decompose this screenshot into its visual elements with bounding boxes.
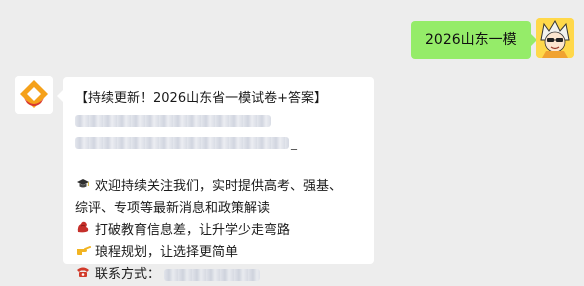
break-info-text: 打破教育信息差，让升学少走弯路 <box>95 223 291 238</box>
brand-logo-icon[interactable] <box>15 76 53 114</box>
break-info-line: 打破教育信息差，让升学少走弯路 <box>75 220 362 242</box>
follow-line-2: 综评、专项等最新消息和政策解读 <box>75 198 362 220</box>
pointing-hand-icon <box>75 242 91 264</box>
follow-text-1: 欢迎持续关注我们，实时提供高考、强基、 <box>95 179 343 194</box>
plan-text: 琅程规划，让选择更简单 <box>95 245 239 260</box>
outgoing-message-bubble[interactable]: 2026山东一模 <box>411 21 537 59</box>
redacted-link-line-1 <box>75 110 362 132</box>
redacted-phone-number[interactable] <box>164 269 261 281</box>
incoming-message-bubble[interactable]: 【持续更新！2026山东省一模试卷+答案】 _ 欢迎持续关注我们，实时提供高考、… <box>57 77 374 282</box>
cartoon-avatar-icon[interactable] <box>536 18 574 58</box>
muscle-icon <box>75 220 91 242</box>
follow-text-2: 综评、专项等最新消息和政策解读 <box>75 201 271 216</box>
redacted-link-line-2: _ <box>75 132 362 154</box>
chat-window: 2026山东一模 【持续更新！2026山东省一模试卷+答案】 _ 欢迎持续关注我… <box>0 0 584 282</box>
contact-label: 联系方式： <box>95 267 161 282</box>
message-title: 【持续更新！2026山东省一模试卷+答案】 <box>75 91 327 106</box>
redacted-link[interactable] <box>75 137 289 149</box>
redacted-link[interactable] <box>75 115 271 127</box>
plan-line: 琅程规划，让选择更简单 <box>75 242 362 264</box>
underscore-text: _ <box>291 136 297 150</box>
phone-icon <box>75 264 91 286</box>
follow-line-1: 欢迎持续关注我们，实时提供高考、强基、 <box>75 176 362 198</box>
graduation-cap-icon <box>75 176 91 198</box>
contact-line: 联系方式： <box>75 264 362 286</box>
